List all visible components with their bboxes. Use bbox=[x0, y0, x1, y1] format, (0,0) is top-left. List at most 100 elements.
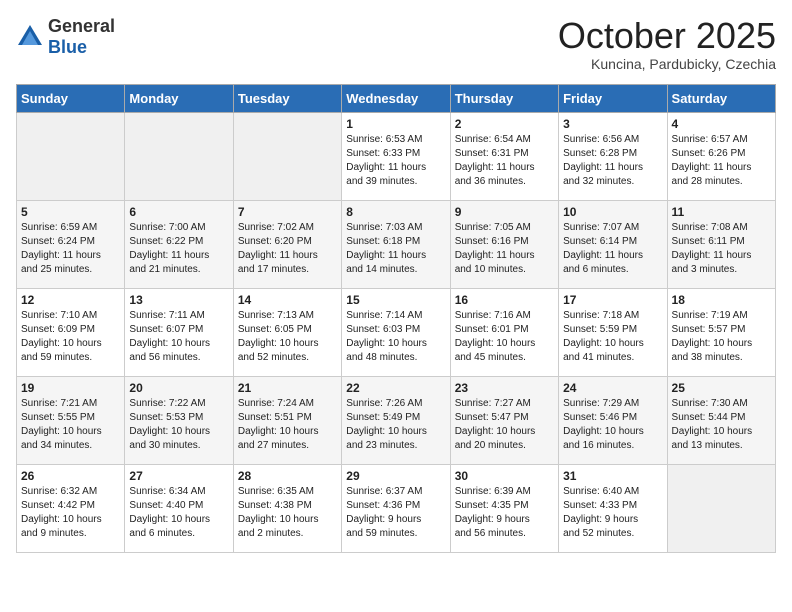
header-day-tuesday: Tuesday bbox=[233, 84, 341, 112]
day-number: 17 bbox=[563, 293, 662, 307]
header-day-saturday: Saturday bbox=[667, 84, 775, 112]
calendar-cell: 7 Sunrise: 7:02 AM Sunset: 6:20 PM Daylig… bbox=[233, 200, 341, 288]
day-number: 14 bbox=[238, 293, 337, 307]
calendar-cell: 27 Sunrise: 6:34 AM Sunset: 4:40 PM Dayli… bbox=[125, 464, 233, 552]
day-info: Sunrise: 7:29 AM Sunset: 5:46 PM Dayligh… bbox=[563, 397, 662, 453]
day-number: 20 bbox=[129, 381, 228, 395]
day-number: 24 bbox=[563, 381, 662, 395]
calendar-week-row: 5Sunrise: 6:59 AM Sunset: 6:24 PM Daylig… bbox=[17, 200, 776, 288]
day-number: 26 bbox=[21, 469, 120, 483]
day-number: 1 bbox=[346, 117, 445, 131]
day-number: 9 bbox=[455, 205, 554, 219]
day-number: 8 bbox=[346, 205, 445, 219]
day-info: Sunrise: 6:39 AM Sunset: 4:35 PM Dayligh… bbox=[455, 485, 554, 541]
header-day-sunday: Sunday bbox=[17, 84, 125, 112]
day-info: Sunrise: 7:18 AM Sunset: 5:59 PM Dayligh… bbox=[563, 309, 662, 365]
calendar-cell: 15Sunrise: 7:14 AM Sunset: 6:03 PM Dayli… bbox=[342, 288, 450, 376]
day-number: 18 bbox=[672, 293, 771, 307]
calendar-week-row: 12Sunrise: 7:10 AM Sunset: 6:09 PM Dayli… bbox=[17, 288, 776, 376]
calendar-cell: 8 Sunrise: 7:03 AM Sunset: 6:18 PM Daylig… bbox=[342, 200, 450, 288]
logo: General Blue bbox=[16, 16, 115, 58]
day-number: 27 bbox=[129, 469, 228, 483]
logo-general-text: General bbox=[48, 16, 115, 36]
calendar-cell: 17 Sunrise: 7:18 AM Sunset: 5:59 PM Dayli… bbox=[559, 288, 667, 376]
day-number: 11 bbox=[672, 205, 771, 219]
day-info: Sunrise: 7:03 AM Sunset: 6:18 PM Dayligh… bbox=[346, 221, 445, 277]
day-info: Sunrise: 6:37 AM Sunset: 4:36 PM Dayligh… bbox=[346, 485, 445, 541]
calendar-cell: 30Sunrise: 6:39 AM Sunset: 4:35 PM Dayli… bbox=[450, 464, 558, 552]
day-info: Sunrise: 6:59 AM Sunset: 6:24 PM Dayligh… bbox=[21, 221, 120, 277]
day-info: Sunrise: 7:16 AM Sunset: 6:01 PM Dayligh… bbox=[455, 309, 554, 365]
calendar-cell: 13 Sunrise: 7:11 AM Sunset: 6:07 PM Dayli… bbox=[125, 288, 233, 376]
day-number: 28 bbox=[238, 469, 337, 483]
header-day-friday: Friday bbox=[559, 84, 667, 112]
calendar-cell: 31Sunrise: 6:40 AM Sunset: 4:33 PM Dayli… bbox=[559, 464, 667, 552]
day-info: Sunrise: 6:53 AM Sunset: 6:33 PM Dayligh… bbox=[346, 133, 445, 189]
header-day-thursday: Thursday bbox=[450, 84, 558, 112]
logo-icon bbox=[16, 23, 44, 51]
day-number: 22 bbox=[346, 381, 445, 395]
calendar-cell: 16 Sunrise: 7:16 AM Sunset: 6:01 PM Dayli… bbox=[450, 288, 558, 376]
calendar-cell: 28Sunrise: 6:35 AM Sunset: 4:38 PM Dayli… bbox=[233, 464, 341, 552]
day-number: 6 bbox=[129, 205, 228, 219]
calendar-cell: 6 Sunrise: 7:00 AM Sunset: 6:22 PM Daylig… bbox=[125, 200, 233, 288]
header-day-wednesday: Wednesday bbox=[342, 84, 450, 112]
calendar-cell: 25 Sunrise: 7:30 AM Sunset: 5:44 PM Dayli… bbox=[667, 376, 775, 464]
day-info: Sunrise: 6:32 AM Sunset: 4:42 PM Dayligh… bbox=[21, 485, 120, 541]
logo-blue-text: Blue bbox=[48, 37, 87, 57]
day-info: Sunrise: 7:00 AM Sunset: 6:22 PM Dayligh… bbox=[129, 221, 228, 277]
calendar-cell: 11Sunrise: 7:08 AM Sunset: 6:11 PM Dayli… bbox=[667, 200, 775, 288]
day-number: 23 bbox=[455, 381, 554, 395]
day-info: Sunrise: 7:19 AM Sunset: 5:57 PM Dayligh… bbox=[672, 309, 771, 365]
calendar-cell bbox=[125, 112, 233, 200]
calendar-cell: 2 Sunrise: 6:54 AM Sunset: 6:31 PM Daylig… bbox=[450, 112, 558, 200]
day-info: Sunrise: 7:02 AM Sunset: 6:20 PM Dayligh… bbox=[238, 221, 337, 277]
calendar-cell bbox=[17, 112, 125, 200]
calendar-cell: 22Sunrise: 7:26 AM Sunset: 5:49 PM Dayli… bbox=[342, 376, 450, 464]
day-number: 3 bbox=[563, 117, 662, 131]
calendar-header-row: SundayMondayTuesdayWednesdayThursdayFrid… bbox=[17, 84, 776, 112]
calendar-cell: 3Sunrise: 6:56 AM Sunset: 6:28 PM Daylig… bbox=[559, 112, 667, 200]
day-number: 29 bbox=[346, 469, 445, 483]
day-number: 10 bbox=[563, 205, 662, 219]
day-number: 13 bbox=[129, 293, 228, 307]
calendar-cell: 20 Sunrise: 7:22 AM Sunset: 5:53 PM Dayli… bbox=[125, 376, 233, 464]
day-info: Sunrise: 6:54 AM Sunset: 6:31 PM Dayligh… bbox=[455, 133, 554, 189]
day-number: 4 bbox=[672, 117, 771, 131]
day-info: Sunrise: 7:21 AM Sunset: 5:55 PM Dayligh… bbox=[21, 397, 120, 453]
header-day-monday: Monday bbox=[125, 84, 233, 112]
calendar-cell: 12Sunrise: 7:10 AM Sunset: 6:09 PM Dayli… bbox=[17, 288, 125, 376]
calendar-cell bbox=[233, 112, 341, 200]
day-info: Sunrise: 7:24 AM Sunset: 5:51 PM Dayligh… bbox=[238, 397, 337, 453]
day-number: 15 bbox=[346, 293, 445, 307]
location-subtitle: Kuncina, Pardubicky, Czechia bbox=[558, 56, 776, 72]
calendar-cell: 5Sunrise: 6:59 AM Sunset: 6:24 PM Daylig… bbox=[17, 200, 125, 288]
day-info: Sunrise: 6:34 AM Sunset: 4:40 PM Dayligh… bbox=[129, 485, 228, 541]
calendar-table: SundayMondayTuesdayWednesdayThursdayFrid… bbox=[16, 84, 776, 553]
calendar-week-row: 1 Sunrise: 6:53 AM Sunset: 6:33 PM Daylig… bbox=[17, 112, 776, 200]
calendar-cell: 9Sunrise: 7:05 AM Sunset: 6:16 PM Daylig… bbox=[450, 200, 558, 288]
calendar-cell: 26 Sunrise: 6:32 AM Sunset: 4:42 PM Dayli… bbox=[17, 464, 125, 552]
day-number: 19 bbox=[21, 381, 120, 395]
calendar-cell: 4 Sunrise: 6:57 AM Sunset: 6:26 PM Daylig… bbox=[667, 112, 775, 200]
day-number: 7 bbox=[238, 205, 337, 219]
day-info: Sunrise: 7:30 AM Sunset: 5:44 PM Dayligh… bbox=[672, 397, 771, 453]
day-number: 16 bbox=[455, 293, 554, 307]
calendar-cell: 29 Sunrise: 6:37 AM Sunset: 4:36 PM Dayli… bbox=[342, 464, 450, 552]
day-info: Sunrise: 7:13 AM Sunset: 6:05 PM Dayligh… bbox=[238, 309, 337, 365]
calendar-week-row: 26 Sunrise: 6:32 AM Sunset: 4:42 PM Dayli… bbox=[17, 464, 776, 552]
day-info: Sunrise: 6:57 AM Sunset: 6:26 PM Dayligh… bbox=[672, 133, 771, 189]
calendar-cell: 23Sunrise: 7:27 AM Sunset: 5:47 PM Dayli… bbox=[450, 376, 558, 464]
day-number: 25 bbox=[672, 381, 771, 395]
calendar-cell: 14 Sunrise: 7:13 AM Sunset: 6:05 PM Dayli… bbox=[233, 288, 341, 376]
calendar-cell: 10 Sunrise: 7:07 AM Sunset: 6:14 PM Dayli… bbox=[559, 200, 667, 288]
day-number: 2 bbox=[455, 117, 554, 131]
day-info: Sunrise: 7:11 AM Sunset: 6:07 PM Dayligh… bbox=[129, 309, 228, 365]
day-info: Sunrise: 7:07 AM Sunset: 6:14 PM Dayligh… bbox=[563, 221, 662, 277]
day-info: Sunrise: 7:22 AM Sunset: 5:53 PM Dayligh… bbox=[129, 397, 228, 453]
calendar-cell bbox=[667, 464, 775, 552]
calendar-cell: 19 Sunrise: 7:21 AM Sunset: 5:55 PM Dayli… bbox=[17, 376, 125, 464]
page-header: General Blue October 2025 Kuncina, Pardu… bbox=[16, 16, 776, 72]
day-number: 12 bbox=[21, 293, 120, 307]
month-title: October 2025 bbox=[558, 16, 776, 56]
